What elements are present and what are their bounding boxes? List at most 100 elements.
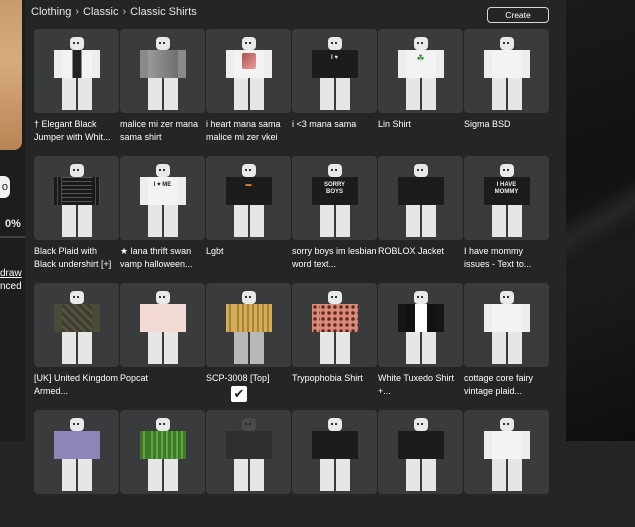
shirt-avatar-icon xyxy=(397,291,444,365)
shirt-avatar-icon xyxy=(483,418,530,492)
breadcrumb-clothing[interactable]: Clothing xyxy=(31,6,71,18)
item-name[interactable] xyxy=(378,499,464,527)
background-scene xyxy=(566,0,635,441)
item-name[interactable]: ★ lana thrift swan vamp halloween... xyxy=(120,245,206,273)
shirt-avatar-icon: I ♥ xyxy=(311,37,358,111)
shirt-avatar-icon xyxy=(311,418,358,492)
item-thumbnail[interactable]: I ♥ xyxy=(292,29,377,113)
item-thumbnail[interactable] xyxy=(34,29,119,113)
catalog-item[interactable] xyxy=(464,410,550,527)
item-name[interactable]: Popcat xyxy=(120,372,206,400)
left-label: nced xyxy=(0,281,22,292)
item-name[interactable]: † Elegant Black Jumper with Whit... xyxy=(34,118,120,146)
shirt-avatar-icon xyxy=(397,164,444,238)
progress-percent: 0% xyxy=(5,218,21,230)
catalog-item[interactable] xyxy=(206,410,292,527)
shirt-avatar-icon xyxy=(483,291,530,365)
catalog-item[interactable]: cottage core fairy vintage plaid... xyxy=(464,283,550,400)
shirt-avatar-icon xyxy=(225,37,272,111)
item-thumbnail[interactable] xyxy=(378,410,463,494)
catalog-item[interactable]: White Tuxedo Shirt +... xyxy=(378,283,464,400)
item-name[interactable]: White Tuxedo Shirt +... xyxy=(378,372,464,400)
item-name[interactable]: i <3 mana sama xyxy=(292,118,378,146)
item-name[interactable] xyxy=(292,499,378,527)
item-name[interactable]: malice mi zer mana sama shirt xyxy=(120,118,206,146)
item-thumbnail[interactable]: I ♥ ME xyxy=(120,156,205,240)
item-name[interactable]: SCP-3008 [Top] xyxy=(206,372,292,400)
catalog-item[interactable] xyxy=(34,410,120,527)
item-thumbnail[interactable] xyxy=(34,410,119,494)
item-thumbnail[interactable] xyxy=(34,283,119,367)
item-thumbnail[interactable]: SORRY BOYS xyxy=(292,156,377,240)
item-name[interactable]: i heart mana sama malice mi zer vkei xyxy=(206,118,292,146)
item-name[interactable]: I have mommy issues - Text to... xyxy=(464,245,550,273)
catalog-item[interactable]: † Elegant Black Jumper with Whit... xyxy=(34,29,120,146)
checkmark-icon[interactable]: ✔ xyxy=(231,386,247,402)
catalog-item[interactable] xyxy=(292,410,378,527)
catalog-item[interactable] xyxy=(120,410,206,527)
shirt-avatar-icon: ▬ xyxy=(225,164,272,238)
item-name[interactable]: cottage core fairy vintage plaid... xyxy=(464,372,550,400)
item-thumbnail[interactable] xyxy=(120,410,205,494)
catalog-item[interactable]: ROBLOX Jacket xyxy=(378,156,464,273)
item-name[interactable]: Lgbt xyxy=(206,245,292,273)
item-thumbnail[interactable] xyxy=(378,156,463,240)
catalog-item[interactable]: Black Plaid with Black undershirt [+] xyxy=(34,156,120,273)
item-thumbnail[interactable] xyxy=(464,410,549,494)
item-name[interactable] xyxy=(206,499,292,527)
catalog-item[interactable]: Sigma BSD xyxy=(464,29,550,146)
item-thumbnail[interactable] xyxy=(206,29,291,113)
left-link[interactable]: draw xyxy=(0,268,25,279)
left-panel: o 0% draw nced xyxy=(0,0,25,441)
item-thumbnail[interactable] xyxy=(206,410,291,494)
shirt-avatar-icon xyxy=(53,37,100,111)
catalog-item[interactable]: malice mi zer mana sama shirt xyxy=(120,29,206,146)
catalog-item[interactable]: Popcat xyxy=(120,283,206,400)
shirt-print: SORRY BOYS xyxy=(323,182,346,195)
item-name[interactable]: Trypophobia Shirt xyxy=(292,372,378,400)
shirt-print: ▬ xyxy=(245,182,252,188)
catalog-item[interactable]: I HAVE MOMMY I have mommy issues - Text t… xyxy=(464,156,550,273)
left-toggle-button[interactable]: o xyxy=(0,176,10,198)
item-name[interactable]: Lin Shirt xyxy=(378,118,464,146)
shirt-print: I ♥ xyxy=(331,55,338,61)
catalog-item[interactable]: [UK] United Kingdom Armed... xyxy=(34,283,120,400)
item-thumbnail[interactable]: ☘ xyxy=(378,29,463,113)
catalog-item[interactable]: I ♥ i <3 mana sama xyxy=(292,29,378,146)
shirt-avatar-icon xyxy=(397,418,444,492)
catalog-item[interactable]: SCP-3008 [Top] xyxy=(206,283,292,400)
chevron-right-icon: › xyxy=(122,6,127,18)
catalog-item[interactable] xyxy=(378,410,464,527)
breadcrumb-classic[interactable]: Classic xyxy=(83,6,118,18)
item-name[interactable]: ROBLOX Jacket xyxy=(378,245,464,273)
item-thumbnail[interactable] xyxy=(464,283,549,367)
item-thumbnail[interactable] xyxy=(378,283,463,367)
item-thumbnail[interactable] xyxy=(292,410,377,494)
item-thumbnail[interactable] xyxy=(120,283,205,367)
item-name[interactable]: Sigma BSD xyxy=(464,118,550,146)
item-thumbnail[interactable]: ▬ xyxy=(206,156,291,240)
item-name[interactable]: [UK] United Kingdom Armed... xyxy=(34,372,120,400)
shirt-avatar-icon xyxy=(483,37,530,111)
item-thumbnail[interactable] xyxy=(464,29,549,113)
shirt-print: I HAVE MOMMY xyxy=(494,182,519,195)
item-name[interactable]: sorry boys im lesbian word text... xyxy=(292,245,378,273)
item-name[interactable] xyxy=(464,499,550,527)
item-name[interactable]: Black Plaid with Black undershirt [+] xyxy=(34,245,120,273)
catalog-item[interactable]: ☘ Lin Shirt xyxy=(378,29,464,146)
catalog-item[interactable]: I ♥ ME ★ lana thrift swan vamp halloween.… xyxy=(120,156,206,273)
item-thumbnail[interactable] xyxy=(34,156,119,240)
item-thumbnail[interactable] xyxy=(206,283,291,367)
catalog-item[interactable]: i heart mana sama malice mi zer vkei xyxy=(206,29,292,146)
create-button[interactable]: Create xyxy=(487,7,549,23)
item-name[interactable] xyxy=(120,499,206,527)
catalog-item[interactable]: Trypophobia Shirt xyxy=(292,283,378,400)
item-thumbnail[interactable]: I HAVE MOMMY xyxy=(464,156,549,240)
shirt-avatar-icon xyxy=(53,164,100,238)
item-thumbnail[interactable] xyxy=(292,283,377,367)
item-name[interactable] xyxy=(34,499,120,527)
item-thumbnail[interactable] xyxy=(120,29,205,113)
breadcrumb-classic-shirts[interactable]: Classic Shirts xyxy=(130,6,197,18)
catalog-item[interactable]: SORRY BOYS sorry boys im lesbian word tex… xyxy=(292,156,378,273)
catalog-item[interactable]: ▬ Lgbt xyxy=(206,156,292,273)
